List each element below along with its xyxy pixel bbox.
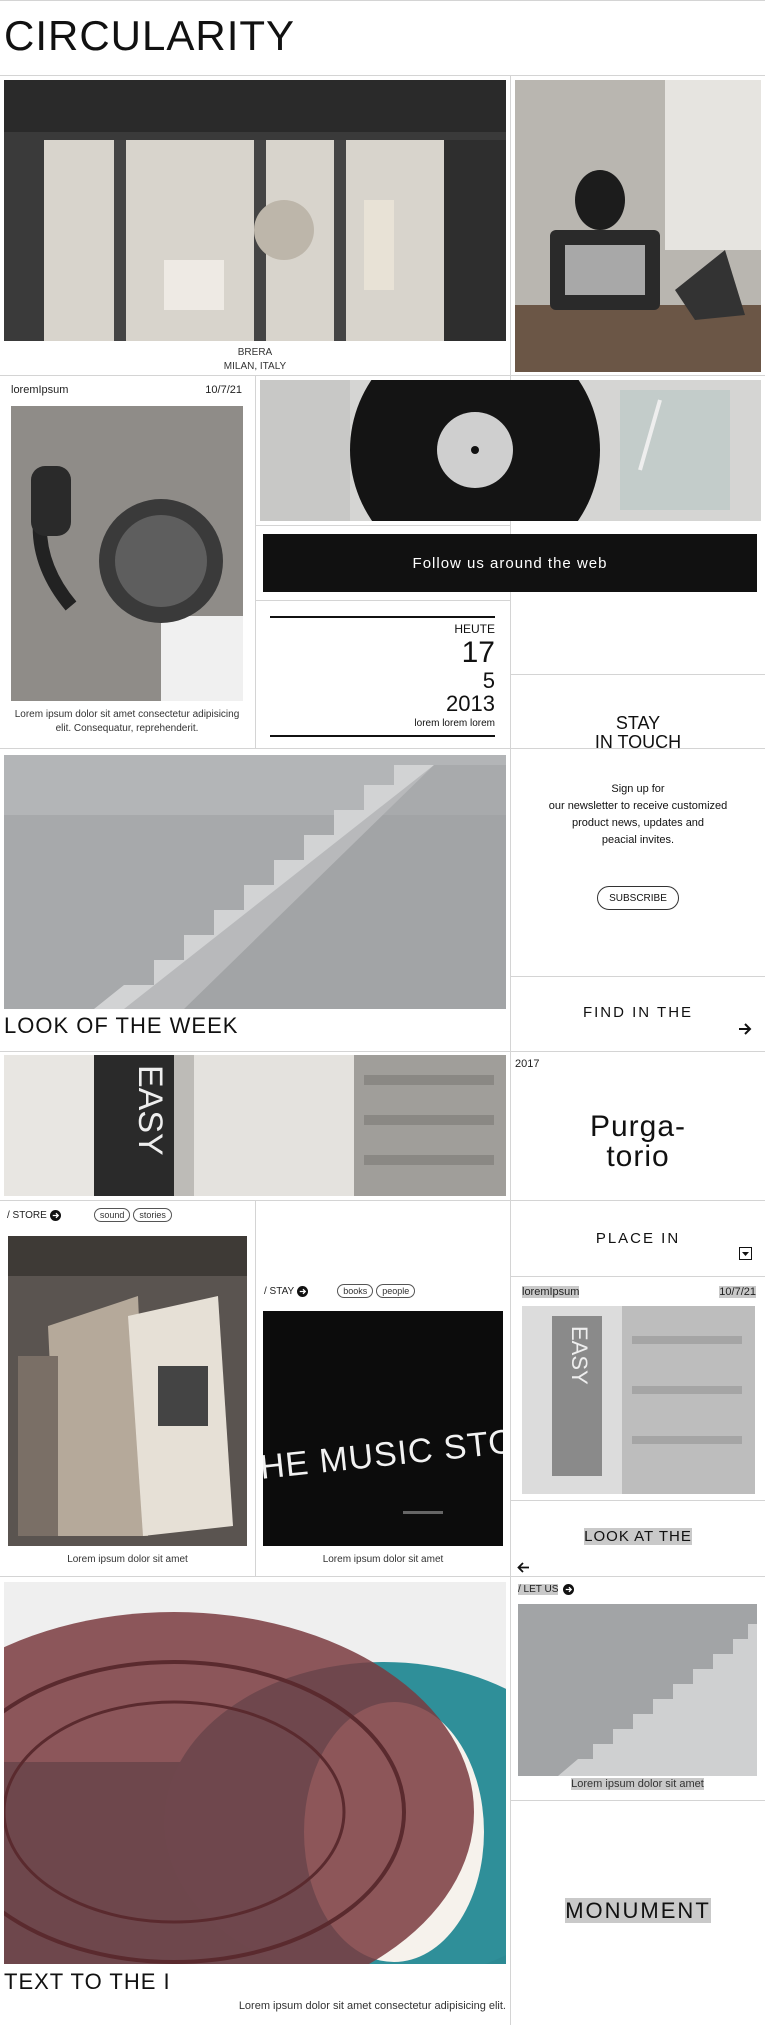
page-title: CIRCULARITY — [4, 12, 296, 59]
text-to-caption-text: Lorem ipsum dolor sit amet consectetur a… — [238, 2000, 506, 2012]
subscribe-label: SUBSCRIBE — [609, 892, 667, 904]
speaker-photo — [515, 80, 761, 372]
svg-text:EASY: EASY — [567, 1326, 592, 1385]
purgatorio-year: 2017 — [515, 1058, 540, 1070]
newsletter-body-line3: product news, updates and — [571, 817, 705, 829]
post2-date: 10/7/21 — [700, 1286, 756, 1298]
text-to-caption: Lorem ipsum dolor sit amet consectetur a… — [4, 2000, 506, 2012]
look-at-text: LOOK AT THE — [584, 1528, 692, 1545]
music-store-photo: HE MUSIC STORE — [263, 1311, 503, 1546]
store-photo — [4, 80, 506, 341]
post2-author-text: loremIpsum — [522, 1286, 580, 1298]
svg-text:EASY: EASY — [131, 1065, 169, 1156]
post2-author: loremIpsum — [522, 1286, 580, 1298]
monument-text: MONUMENT — [565, 1898, 711, 1923]
newsletter-body-line2: our newsletter to receive customized — [548, 800, 728, 812]
stay-card-label: / STAY — [264, 1285, 295, 1297]
text-to-title: TEXT TO THE I — [4, 1969, 171, 1994]
store-caption-line1: BRERA — [237, 347, 273, 358]
follow-button[interactable]: Follow us around the web — [263, 534, 757, 592]
store-card-label: / STORE — [7, 1209, 47, 1221]
store-card-header: / STORE sound stories — [7, 1208, 172, 1222]
let-us-caption: Lorem ipsum dolor sit amet — [518, 1778, 757, 1790]
monument-label: MONUMENT — [511, 1898, 765, 1924]
tag-stories[interactable]: stories — [133, 1208, 172, 1222]
let-us-header: / LET US — [518, 1584, 575, 1595]
let-us-caption-text: Lorem ipsum dolor sit amet — [571, 1778, 704, 1790]
subscribe-button[interactable]: SUBSCRIBE — [597, 886, 679, 910]
store-card-caption: Lorem ipsum dolor sit amet — [67, 1554, 188, 1565]
newsletter-body-line1: Sign up for — [611, 783, 665, 795]
date-block: HEUTE 17 5 2013 lorem lorem lorem — [270, 616, 495, 738]
post-date: 10/7/21 — [205, 384, 242, 396]
purgatorio-line2: torio — [606, 1140, 670, 1173]
date-day: 17 — [461, 636, 495, 669]
turntable-photo — [260, 380, 761, 521]
let-us-label: / LET US — [518, 1584, 559, 1595]
post2-date-text: 10/7/21 — [719, 1286, 756, 1298]
stairs-photo — [4, 755, 506, 1009]
stay-card-header: / STAY books people — [264, 1284, 416, 1298]
circle-arrow-icon[interactable] — [563, 1584, 575, 1595]
newsletter-body-line4: peacial invites. — [601, 834, 675, 846]
listening-photo: EASY — [522, 1306, 755, 1494]
newsletter-title-line1: STAY — [615, 713, 661, 733]
stay-card-caption: Lorem ipsum dolor sit amet — [322, 1554, 444, 1565]
arrow-right-icon[interactable] — [738, 1022, 752, 1036]
look-of-week-title: LOOK OF THE WEEK — [4, 1013, 239, 1038]
vinyl-bins-photo — [8, 1236, 247, 1546]
post-caption: Lorem ipsum dolor sit amet consectetur a… — [14, 709, 240, 734]
purgatorio-line1: Purga- — [589, 1110, 687, 1143]
look-at-label: LOOK AT THE — [511, 1528, 765, 1545]
tag-sound[interactable]: sound — [93, 1208, 131, 1222]
date-heading: HEUTE — [454, 622, 495, 636]
headphones-photo — [11, 406, 243, 701]
arrow-left-icon[interactable] — [517, 1561, 530, 1574]
let-us-stairs-photo — [518, 1604, 757, 1776]
post-author: loremIpsum — [11, 384, 69, 396]
place-in-label: PLACE IN — [595, 1230, 681, 1247]
store-caption-line2: MILAN, ITALY — [223, 361, 287, 372]
tag-people[interactable]: people — [376, 1284, 416, 1298]
find-in-label: FIND IN THE — [582, 1004, 694, 1021]
tag-books[interactable]: books — [337, 1284, 374, 1298]
dropdown-square-icon[interactable] — [739, 1247, 752, 1260]
newsletter-title-line2: IN TOUCH — [594, 732, 682, 752]
circle-arrow-icon[interactable] — [297, 1285, 309, 1297]
date-year: 2013 — [446, 691, 495, 716]
date-footer: lorem lorem lorem — [414, 718, 495, 729]
records-shelf-photo: EASY — [4, 1055, 506, 1196]
follow-label: Follow us around the web — [412, 554, 608, 572]
circle-arrow-icon[interactable] — [49, 1209, 61, 1221]
vinyl-records-photo — [4, 1582, 506, 1964]
